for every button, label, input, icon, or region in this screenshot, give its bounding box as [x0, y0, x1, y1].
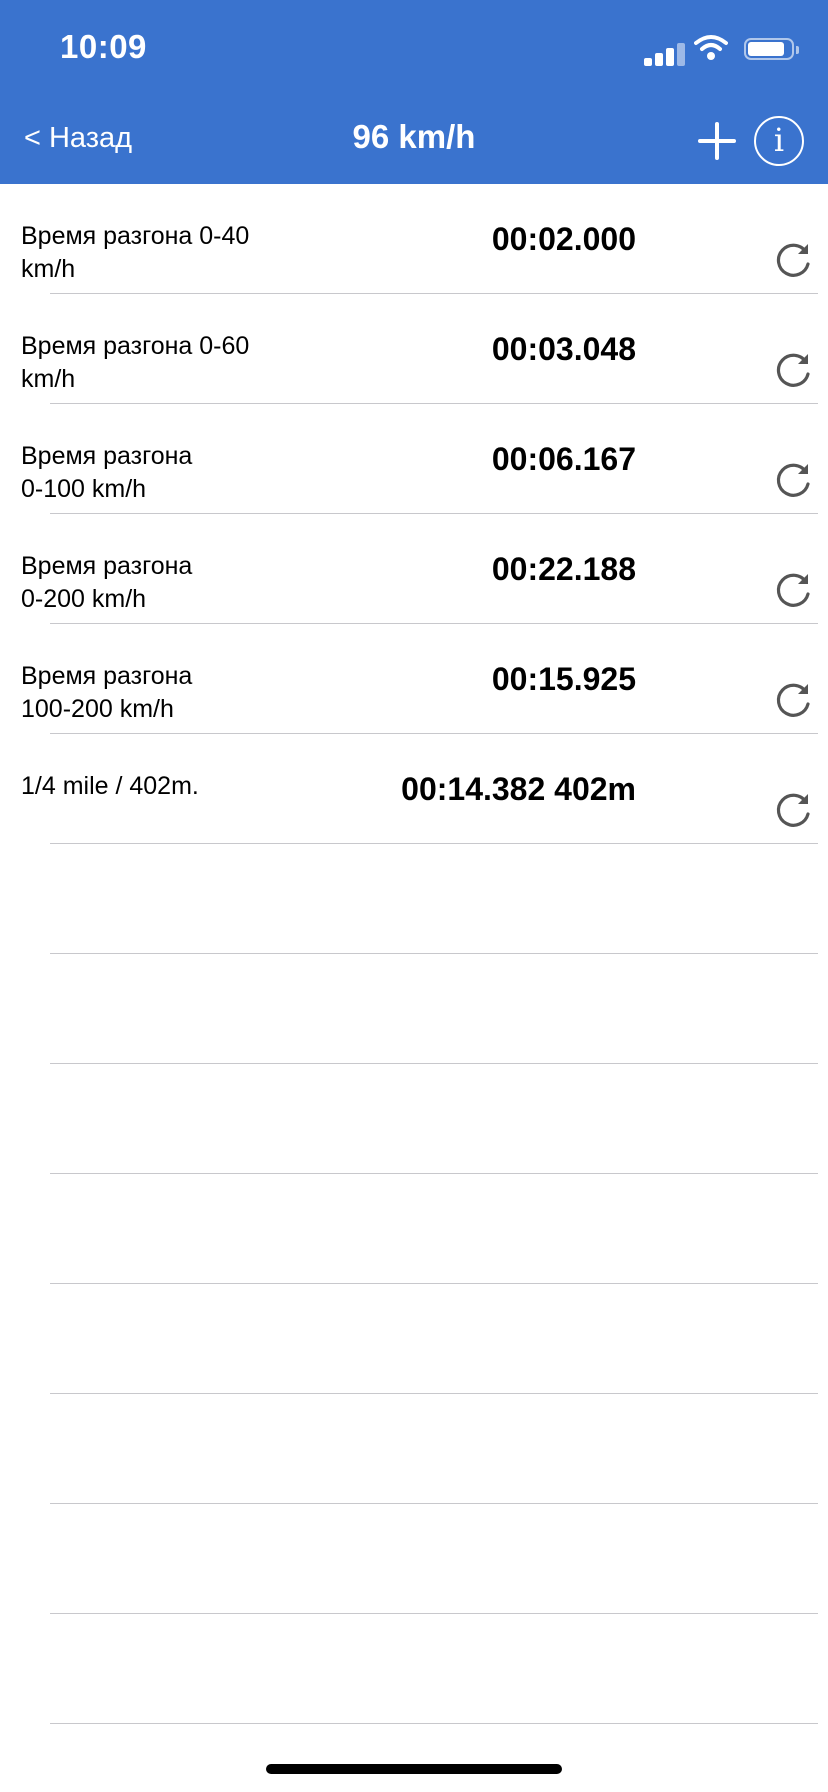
result-label: Время разгона 0-100 km/h [21, 440, 311, 506]
result-label-line1: Время разгона [21, 552, 193, 580]
result-label: Время разгона 0-40 km/h [21, 220, 311, 286]
result-row: Время разгона 0-200 km/h 00:22.188 [0, 514, 828, 624]
result-value: 00:02.000 [491, 221, 636, 257]
result-label-line2: 100-200 km/h [21, 695, 174, 723]
result-row: Время разгона 0-60 km/h 00:03.048 [0, 294, 828, 404]
status-time: 10:09 [60, 28, 147, 65]
result-label-line1: 1/4 mile / 402m. [21, 772, 199, 800]
empty-row [0, 1394, 828, 1504]
result-value: 00:15.925 [491, 661, 636, 697]
reset-icon[interactable] [772, 680, 814, 722]
empty-row [0, 1504, 828, 1614]
home-indicator [266, 1764, 562, 1774]
result-label-line1: Время разгона 0-40 [21, 222, 250, 250]
results-list: Время разгона 0-40 km/h 00:02.000 Время … [0, 184, 828, 1724]
empty-row [0, 1064, 828, 1174]
navigation-header: 10:09 < Назад 96 km/h i [0, 0, 828, 184]
result-label-line1: Время разгона [21, 442, 193, 470]
result-label-line1: Время разгона [21, 662, 193, 690]
plus-icon[interactable] [694, 118, 740, 164]
empty-row [0, 1174, 828, 1284]
result-value: 00:14.382 402m [401, 771, 636, 807]
result-label-line1: Время разгона 0-60 [21, 332, 250, 360]
result-label-line2: 0-100 km/h [21, 475, 147, 503]
result-label-line2: km/h [21, 255, 76, 283]
result-row: Время разгона 0-100 km/h 00:06.167 [0, 404, 828, 514]
wifi-icon [694, 35, 728, 60]
back-button[interactable]: < Назад [24, 122, 132, 155]
result-row: Время разгона 100-200 km/h 00:15.925 [0, 624, 828, 734]
empty-row [0, 1284, 828, 1394]
result-row: 1/4 mile / 402m. 00:14.382 402m [0, 734, 828, 844]
result-row: Время разгона 0-40 km/h 00:02.000 [0, 184, 828, 294]
result-label: Время разгона 0-200 km/h [21, 550, 311, 616]
reset-icon[interactable] [772, 790, 814, 832]
empty-row [0, 1614, 828, 1724]
reset-icon[interactable] [772, 460, 814, 502]
result-value: 00:22.188 [491, 551, 636, 587]
result-label: Время разгона 100-200 km/h [21, 660, 311, 726]
info-button[interactable]: i [754, 116, 804, 166]
battery-icon [744, 38, 799, 60]
result-label: 1/4 mile / 402m. [21, 770, 311, 803]
reset-icon[interactable] [772, 350, 814, 392]
result-label: Время разгона 0-60 km/h [21, 330, 311, 396]
reset-icon[interactable] [772, 240, 814, 282]
status-icons [644, 35, 799, 66]
empty-row [0, 844, 828, 954]
reset-icon[interactable] [772, 570, 814, 612]
result-value: 00:06.167 [491, 441, 636, 477]
result-label-line2: km/h [21, 365, 76, 393]
result-value: 00:03.048 [491, 331, 636, 367]
result-label-line2: 0-200 km/h [21, 585, 147, 613]
empty-row [0, 954, 828, 1064]
